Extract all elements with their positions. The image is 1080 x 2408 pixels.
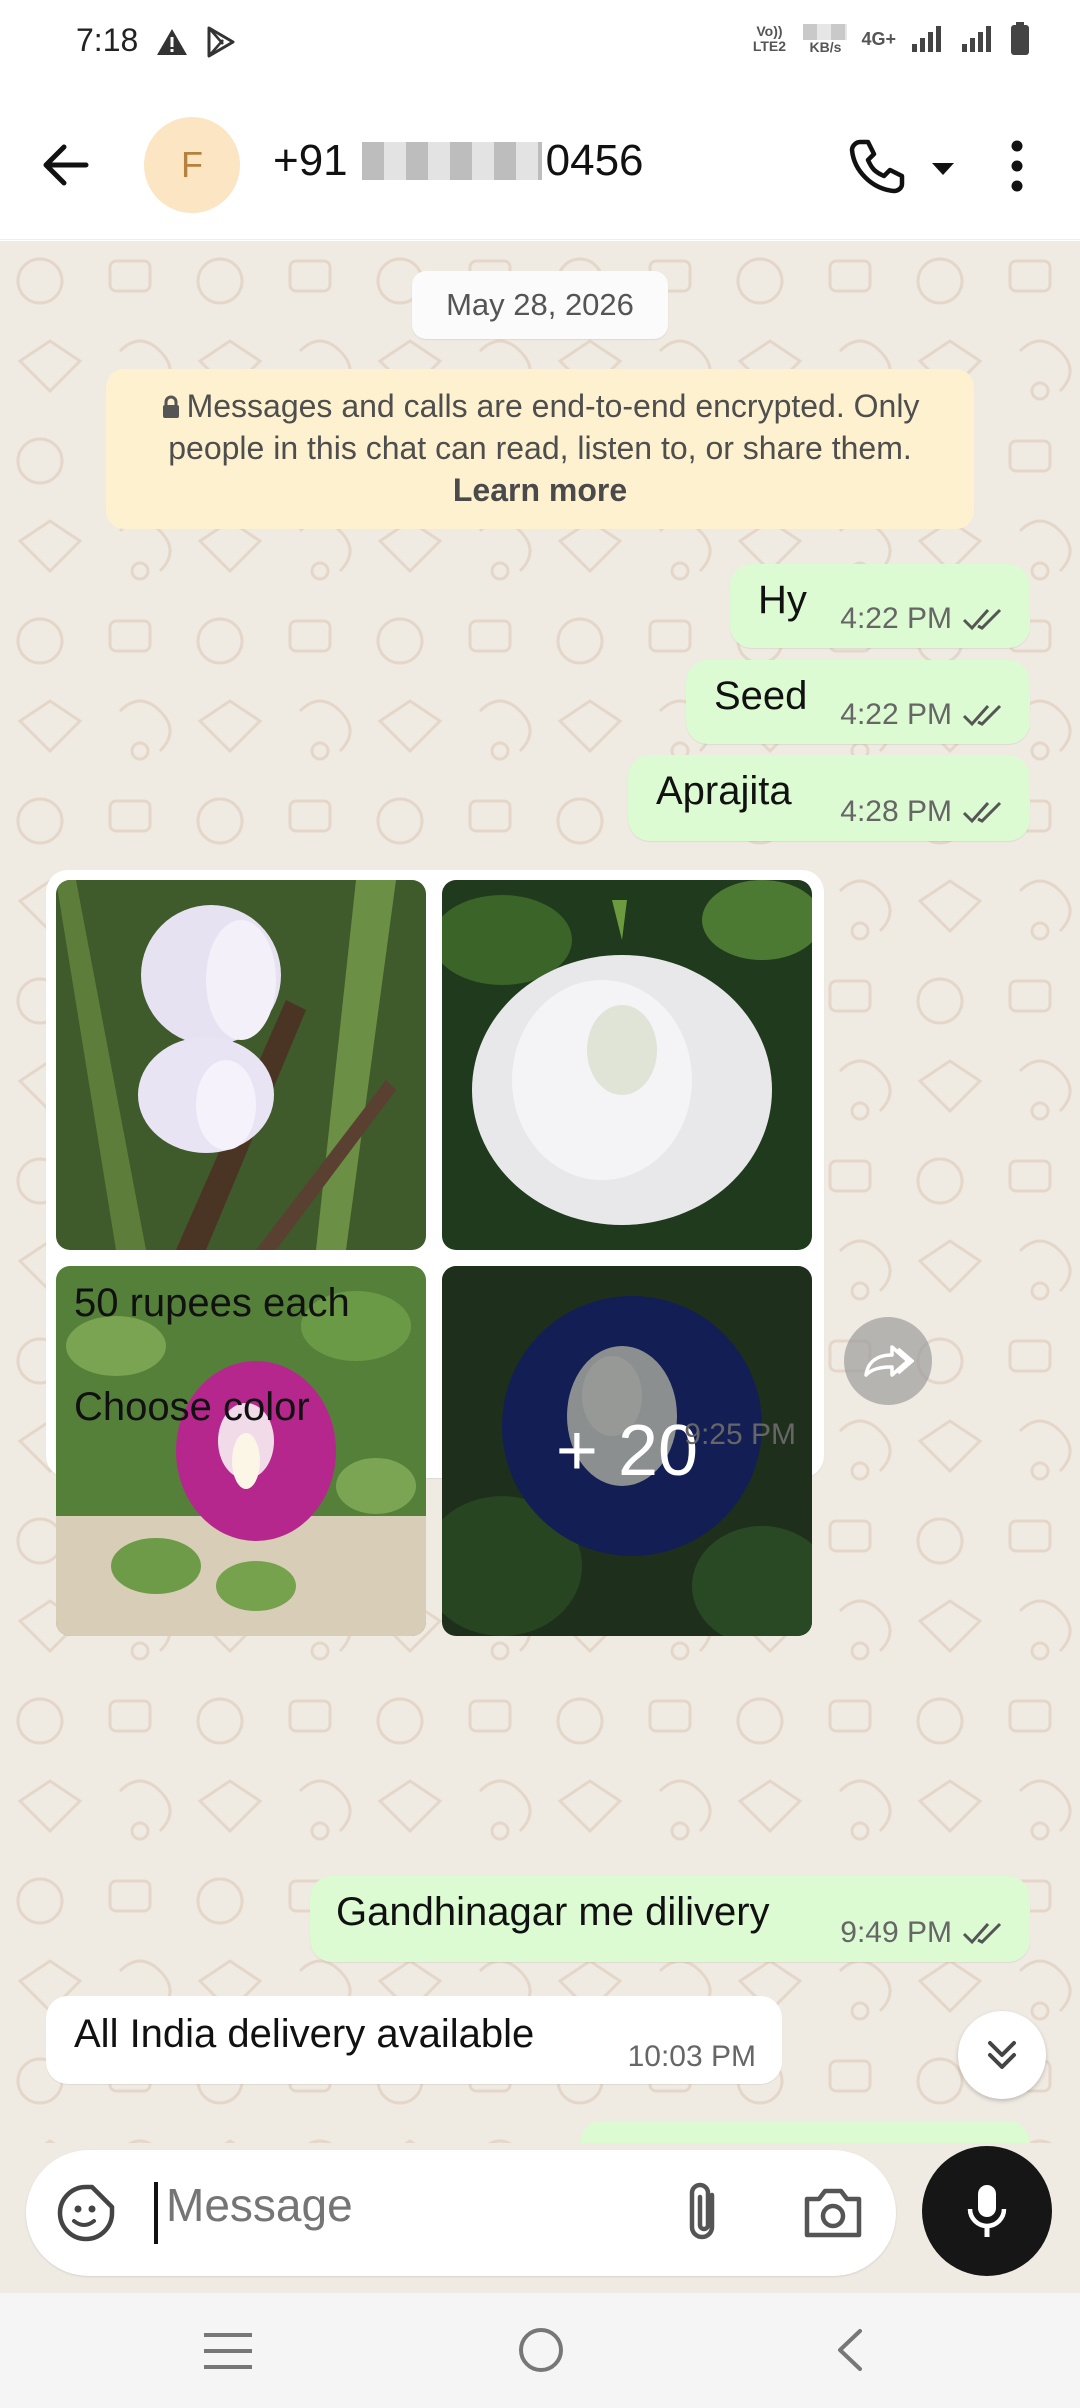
phone-suffix: 0456: [545, 136, 644, 185]
outgoing-message[interactable]: Gandhinagar me dilivery 9:49 PM: [310, 1876, 1030, 1962]
forward-button[interactable]: [844, 1317, 932, 1405]
volte-indicator: Vo)) LTE2: [752, 23, 787, 54]
network-type: 4G+: [861, 28, 896, 49]
double-check-icon: [962, 608, 1002, 631]
microphone-icon: [967, 2185, 1007, 2237]
double-check-icon: [962, 704, 1002, 727]
outgoing-message[interactable]: Seed 4:22 PM: [686, 660, 1030, 744]
photo-white-flower-pair[interactable]: [56, 880, 426, 1250]
message-input[interactable]: [166, 2178, 566, 2232]
message-time: 10:03 PM: [627, 2040, 756, 2073]
incoming-photo-message[interactable]: + 20 50 rupees each Choose color 9:25 PM: [46, 870, 824, 1636]
sticker-icon[interactable]: [56, 2183, 116, 2243]
status-bar: 7:18 Vo)) LTE2 KB/s 4G+: [0, 0, 1080, 90]
message-input-box[interactable]: [26, 2150, 896, 2276]
message-text: Aprajita: [656, 769, 792, 813]
more-options-icon[interactable]: [1002, 136, 1032, 196]
incoming-message[interactable]: All India delivery available 10:03 PM: [46, 1996, 782, 2084]
signal-icon: [912, 26, 941, 52]
message-composer: [0, 2143, 1080, 2293]
warning-icon: [157, 29, 187, 55]
message-meta: 9:49 PM: [840, 1916, 1008, 1950]
voice-message-button[interactable]: [922, 2146, 1052, 2276]
double-check-icon: [962, 1922, 1002, 1945]
outgoing-message[interactable]: Aprajita 4:28 PM: [628, 755, 1030, 841]
camera-icon[interactable]: [801, 2183, 865, 2243]
signal-icon-2: [962, 26, 991, 52]
redacted-digits: [361, 142, 542, 180]
network-speed: KB/s: [803, 23, 848, 55]
message-meta: 4:22 PM: [840, 698, 1008, 732]
forward-icon: [864, 1345, 914, 1377]
encryption-notice[interactable]: Messages and calls are end-to-end encryp…: [106, 369, 974, 529]
back-arrow-icon[interactable]: [36, 135, 96, 195]
outgoing-message[interactable]: Hy 4:22 PM: [730, 564, 1030, 648]
date-separator: May 28, 2026: [412, 271, 668, 339]
message-time: 9:49 PM: [840, 1916, 952, 1949]
caption-line-1: 50 rupees each: [74, 1281, 350, 1325]
double-chevron-down-icon: [988, 2041, 1016, 2069]
chat-header: F +91 0456: [0, 90, 1080, 240]
caption-line-2: Choose color: [74, 1385, 310, 1429]
chevron-down-icon[interactable]: [928, 153, 958, 183]
phone-call-icon[interactable]: [846, 136, 906, 196]
recent-apps-icon[interactable]: [202, 2329, 254, 2373]
message-text: All India delivery available: [74, 2012, 535, 2056]
system-navigation-bar: [0, 2293, 1080, 2408]
message-time: 4:22 PM: [840, 602, 952, 635]
outgoing-message-partial[interactable]: [580, 2121, 1030, 2143]
paperclip-icon[interactable]: [676, 2181, 736, 2245]
encryption-text: Messages and calls are end-to-end encryp…: [168, 388, 920, 466]
text-cursor: [154, 2182, 158, 2244]
photo-white-flower[interactable]: [442, 880, 812, 1250]
chat-area[interactable]: May 28, 2026 Messages and calls are end-…: [0, 241, 1080, 2143]
play-store-icon: [207, 26, 235, 58]
learn-more-link[interactable]: Learn more: [453, 472, 627, 508]
message-text: Gandhinagar me dilivery: [336, 1890, 770, 1934]
phone-prefix: +91: [273, 136, 348, 185]
avatar[interactable]: F: [144, 117, 240, 213]
speed-unit: KB/s: [809, 38, 842, 55]
status-icons: Vo)) LTE2 KB/s 4G+: [749, 22, 1030, 56]
message-meta: 4:22 PM: [840, 602, 1008, 636]
contact-name[interactable]: +91 0456: [273, 136, 644, 186]
message-meta: 4:28 PM: [840, 795, 1008, 829]
system-back-icon[interactable]: [830, 2325, 870, 2375]
status-time: 7:18: [76, 22, 139, 58]
battery-icon: [1011, 22, 1029, 55]
message-text: Hy: [758, 578, 807, 622]
lock-icon: [162, 395, 179, 418]
message-time: 4:28 PM: [840, 795, 952, 828]
home-icon[interactable]: [516, 2325, 566, 2375]
message-time: 9:25 PM: [684, 1418, 796, 1451]
scroll-to-bottom-button[interactable]: [958, 2011, 1046, 2099]
message-text: Seed: [714, 674, 808, 718]
network-type-blur: 4G+: [861, 28, 896, 49]
double-check-icon: [962, 801, 1002, 824]
message-time: 4:22 PM: [840, 698, 952, 731]
